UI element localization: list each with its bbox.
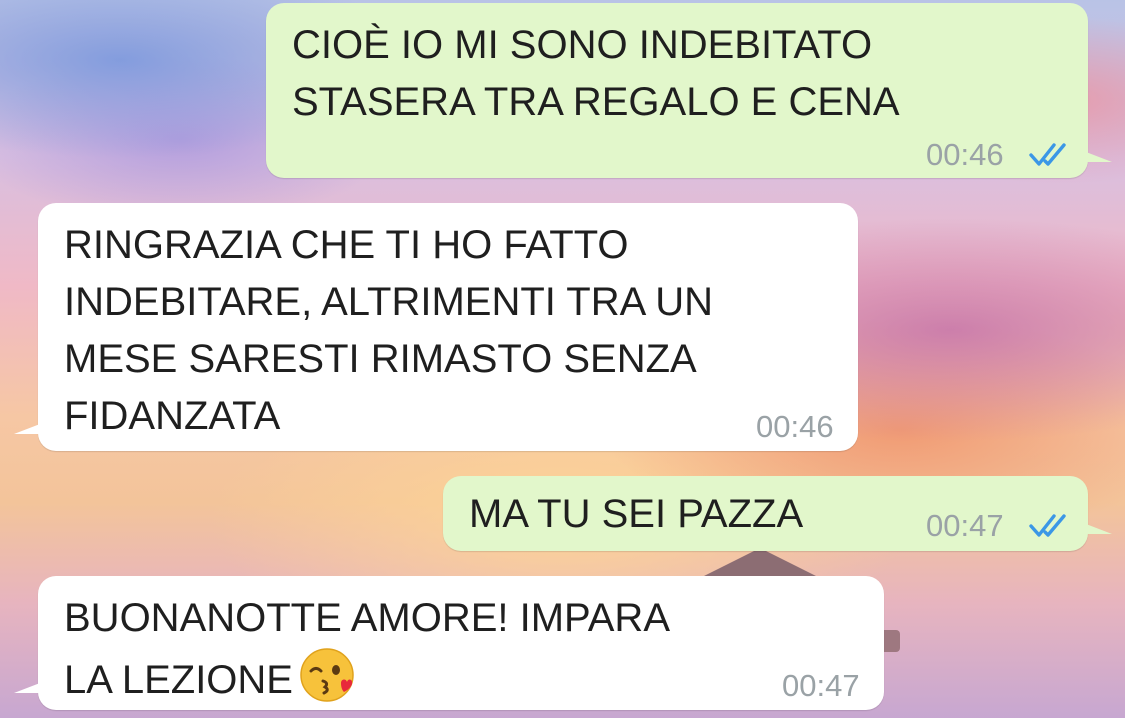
kissing-face-heart-emoji — [299, 647, 355, 703]
bubble-tail — [1086, 524, 1112, 534]
message-timestamp: 00:46 — [756, 409, 834, 444]
message-bubble-outgoing[interactable]: CIOÈ IO MI SONO INDEBITATO STASERA TRA R… — [266, 3, 1088, 178]
message-timestamp: 00:46 — [926, 137, 1004, 172]
message-text-content: BUONANOTTE AMORE! IMPARA LA LEZIONE — [64, 596, 670, 702]
double-check-read-icon — [1029, 143, 1066, 166]
message-text: CIOÈ IO MI SONO INDEBITATO STASERA TRA R… — [292, 23, 900, 124]
bubble-tail — [14, 683, 40, 693]
bubble-tail — [1086, 152, 1112, 162]
message-text: MA TU SEI PAZZA — [469, 492, 804, 536]
message-timestamp: 00:47 — [926, 508, 1004, 543]
message-bubble-incoming[interactable]: BUONANOTTE AMORE! IMPARA LA LEZIONE 00:4… — [38, 576, 884, 710]
message-text: BUONANOTTE AMORE! IMPARA LA LEZIONE — [64, 590, 670, 709]
bubble-tail — [14, 424, 40, 434]
double-check-read-icon — [1029, 514, 1066, 537]
message-bubble-outgoing[interactable]: MA TU SEI PAZZA 00:47 — [443, 476, 1088, 551]
message-bubble-incoming[interactable]: RINGRAZIA CHE TI HO FATTO INDEBITARE, AL… — [38, 203, 858, 451]
message-timestamp: 00:47 — [782, 668, 860, 703]
message-text: RINGRAZIA CHE TI HO FATTO INDEBITARE, AL… — [64, 223, 713, 438]
